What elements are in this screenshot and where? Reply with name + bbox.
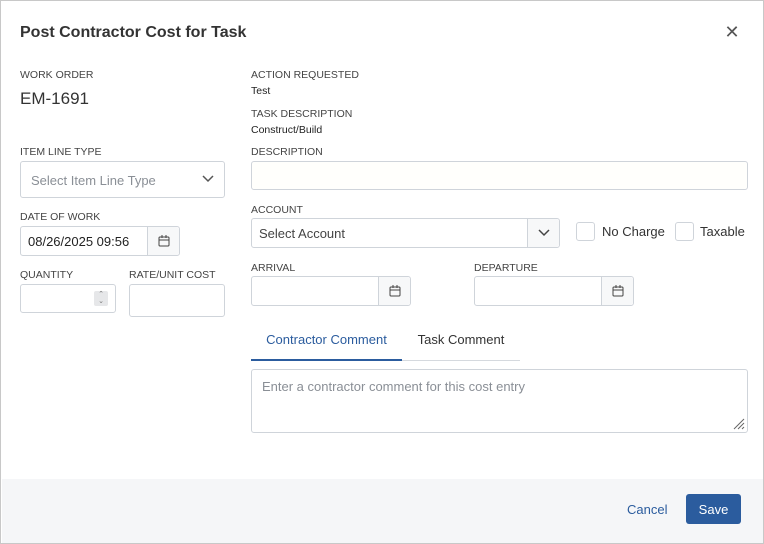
task-description-label: TASK DESCRIPTION	[251, 108, 353, 120]
description-label: DESCRIPTION	[251, 146, 323, 158]
description-input[interactable]	[251, 161, 748, 190]
no-charge-label: No Charge	[602, 224, 665, 239]
action-requested-label: ACTION REQUESTED	[251, 69, 359, 81]
account-label: ACCOUNT	[251, 204, 303, 216]
arrival-input[interactable]	[251, 276, 411, 306]
comment-placeholder: Enter a contractor comment for this cost…	[262, 379, 525, 394]
task-description-value: Construct/Build	[251, 124, 323, 136]
chevron-down-icon	[202, 175, 214, 183]
tab-task-comment[interactable]: Task Comment	[402, 321, 520, 361]
calendar-icon	[389, 285, 400, 297]
account-dropdown-button[interactable]	[527, 219, 559, 247]
date-of-work-label: DATE OF WORK	[20, 211, 101, 223]
quantity-label: QUANTITY	[20, 269, 74, 281]
rate-label: RATE/UNIT COST	[129, 269, 216, 281]
resize-handle-icon[interactable]	[733, 418, 745, 430]
no-charge-checkbox[interactable]	[576, 222, 595, 241]
item-line-type-select[interactable]: Select Item Line Type	[20, 161, 225, 198]
action-requested-value: Test	[251, 85, 271, 97]
work-order-value: EM-1691	[20, 89, 89, 108]
taxable-checkbox[interactable]	[675, 222, 694, 241]
calendar-button[interactable]	[147, 227, 179, 255]
account-placeholder: Select Account	[259, 226, 345, 241]
item-line-type-label: ITEM LINE TYPE	[20, 146, 102, 158]
post-cost-dialog: Post Contractor Cost for Task ✕ WORK ORD…	[0, 0, 764, 544]
taxable-label: Taxable	[700, 224, 745, 239]
departure-input[interactable]	[474, 276, 634, 306]
dialog-title: Post Contractor Cost for Task	[20, 24, 247, 41]
work-order-label: WORK ORDER	[20, 69, 94, 81]
tab-contractor-comment[interactable]: Contractor Comment	[251, 321, 402, 361]
departure-label: DEPARTURE	[474, 262, 538, 274]
contractor-comment-textarea[interactable]: Enter a contractor comment for this cost…	[251, 369, 748, 433]
chevron-down-icon	[537, 229, 550, 237]
arrival-calendar-button[interactable]	[378, 277, 410, 305]
close-icon[interactable]: ✕	[723, 23, 741, 41]
account-select[interactable]: Select Account	[251, 218, 560, 248]
calendar-icon	[158, 235, 169, 247]
item-line-type-placeholder: Select Item Line Type	[31, 173, 156, 188]
date-of-work-input[interactable]: 08/26/2025 09:56	[20, 226, 180, 256]
calendar-icon	[612, 285, 623, 297]
date-of-work-value: 08/26/2025 09:56	[28, 234, 130, 249]
departure-calendar-button[interactable]	[601, 277, 633, 305]
quantity-stepper[interactable]: ⌃ ⌄	[20, 284, 116, 313]
save-button[interactable]: Save	[686, 494, 741, 524]
arrival-label: ARRIVAL	[251, 262, 296, 274]
cancel-button[interactable]: Cancel	[627, 502, 667, 517]
rate-input[interactable]	[129, 284, 225, 317]
spinner-icon[interactable]: ⌃ ⌄	[94, 291, 108, 306]
